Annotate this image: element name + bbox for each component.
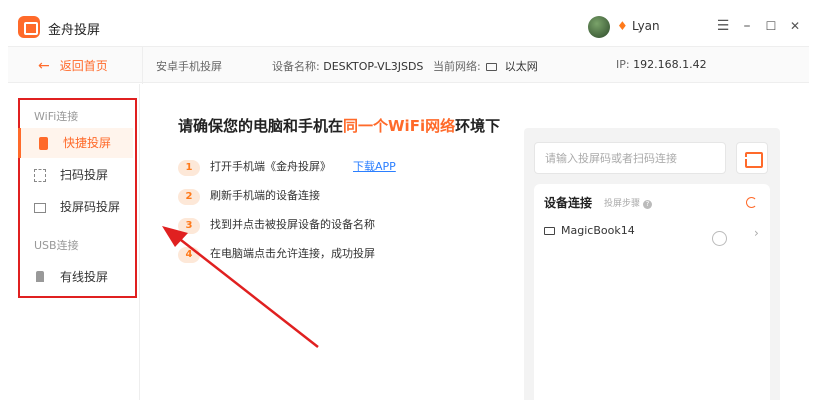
divider xyxy=(142,47,143,84)
network-info: 当前网络: 以太网 xyxy=(433,58,538,74)
sidebar-item-label: 有线投屏 xyxy=(60,270,109,284)
step-1: 1 打开手机端《金舟投屏》 下载APP xyxy=(178,158,396,176)
code-icon xyxy=(34,203,46,213)
sidebar-item-label: 扫码投屏 xyxy=(60,168,109,182)
device-list-card: 设备连接 投屏步骤? MagicBook14 › xyxy=(534,184,770,400)
app-logo-icon xyxy=(18,16,40,38)
device-name-info: 设备名称: DESKTOP-VL3JSDS xyxy=(272,58,423,74)
scan-icon[interactable] xyxy=(736,142,768,174)
sidebar-item-usb-cast[interactable]: 有线投屏 xyxy=(18,262,133,292)
heading-post: 环境下 xyxy=(455,117,501,135)
page-title: 请确保您的电脑和手机在同一个WiFi网络环境下 xyxy=(178,115,500,136)
refresh-icon[interactable] xyxy=(746,197,757,208)
usb-icon xyxy=(36,271,44,282)
heading-pre: 请确保您的电脑和手机在 xyxy=(178,117,344,135)
step-number: 2 xyxy=(178,189,200,205)
ip-value: 192.168.1.42 xyxy=(633,58,707,71)
menu-button[interactable]: ☰ xyxy=(712,14,734,38)
network-value: 以太网 xyxy=(504,60,538,73)
network-label: 当前网络: xyxy=(433,60,481,73)
device-select-radio[interactable] xyxy=(712,231,727,246)
cast-steps-link[interactable]: 投屏步骤? xyxy=(604,196,653,209)
device-item[interactable]: MagicBook14 › xyxy=(542,224,766,246)
device-name-value: DESKTOP-VL3JSDS xyxy=(323,60,424,73)
cast-steps-label: 投屏步骤 xyxy=(604,199,641,209)
sidebar-group-wifi: WiFi连接 xyxy=(34,110,79,123)
connection-panel: 设备连接 投屏步骤? MagicBook14 › xyxy=(524,128,780,400)
step-4: 4 在电脑端点击允许连接，成功投屏 xyxy=(178,245,375,263)
sub-header: ← 返回首页 安卓手机投屏 设备名称: DESKTOP-VL3JSDS 当前网络:… xyxy=(8,46,809,84)
step-number: 3 xyxy=(178,218,200,234)
step-number: 4 xyxy=(178,247,200,263)
close-button[interactable]: ✕ xyxy=(784,14,806,38)
phone-icon xyxy=(39,137,48,150)
step-text: 在电脑端点击允许连接，成功投屏 xyxy=(210,247,375,260)
sidebar-item-qr-cast[interactable]: 扫码投屏 xyxy=(18,160,133,190)
cast-code-input[interactable] xyxy=(534,142,726,174)
monitor-icon xyxy=(544,227,555,235)
sidebar-group-usb: USB连接 xyxy=(34,239,79,252)
username[interactable]: Lyan xyxy=(632,19,660,33)
sidebar-item-code-cast[interactable]: 投屏码投屏 xyxy=(18,192,133,222)
ip-label: IP: xyxy=(616,58,630,71)
step-number: 1 xyxy=(178,160,200,176)
avatar[interactable] xyxy=(588,16,610,38)
sidebar: WiFi连接 快捷投屏 扫码投屏 投屏码投屏 USB连接 有线投屏 xyxy=(8,84,140,400)
sidebar-item-label: 快捷投屏 xyxy=(63,136,112,150)
title-bar: 金舟投屏 ♦ Lyan ☰ – ☐ ✕ xyxy=(8,8,809,44)
download-app-link[interactable]: 下载APP xyxy=(353,160,396,173)
sidebar-item-label: 投屏码投屏 xyxy=(60,200,121,214)
step-text: 找到并点击被投屏设备的设备名称 xyxy=(210,218,375,231)
device-item-name: MagicBook14 xyxy=(561,224,635,237)
minimize-button[interactable]: – xyxy=(736,14,758,38)
step-text: 刷新手机端的设备连接 xyxy=(210,189,320,202)
step-2: 2 刷新手机端的设备连接 xyxy=(178,187,320,205)
maximize-button[interactable]: ☐ xyxy=(760,14,782,38)
device-name-label: 设备名称: xyxy=(272,60,320,73)
ip-info: IP: 192.168.1.42 xyxy=(616,58,707,71)
device-section-title: 设备连接 xyxy=(544,196,593,210)
back-arrow-icon: ← xyxy=(38,58,50,74)
vip-diamond-icon: ♦ xyxy=(617,19,628,33)
qr-icon xyxy=(34,169,46,182)
step-3: 3 找到并点击被投屏设备的设备名称 xyxy=(178,216,375,234)
monitor-icon xyxy=(486,63,498,71)
step-text: 打开手机端《金舟投屏》 xyxy=(210,160,331,173)
back-home-button[interactable]: ← 返回首页 xyxy=(38,57,108,74)
app-title: 金舟投屏 xyxy=(48,23,101,38)
help-icon: ? xyxy=(643,200,653,209)
mode-label: 安卓手机投屏 xyxy=(156,60,222,73)
chevron-right-icon: › xyxy=(754,226,759,240)
heading-highlight: 同一个WiFi网络 xyxy=(343,117,456,135)
back-home-label: 返回首页 xyxy=(59,59,108,73)
sidebar-item-quick-cast[interactable]: 快捷投屏 xyxy=(18,128,133,158)
